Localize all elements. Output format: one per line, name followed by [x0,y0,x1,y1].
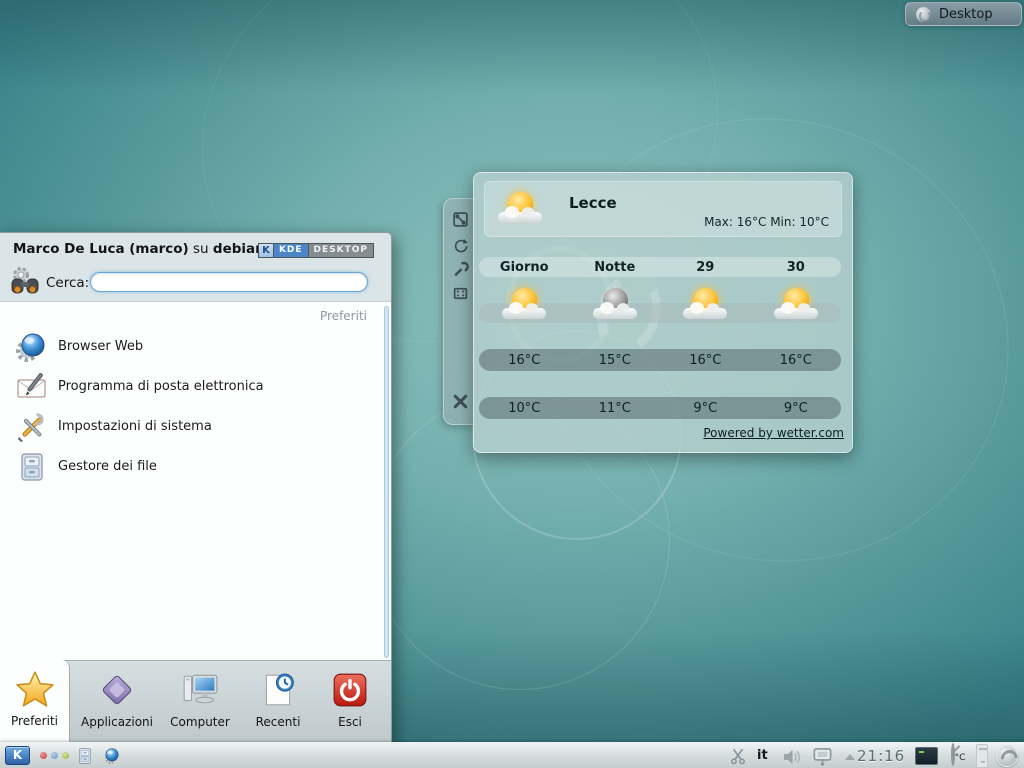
web-browser-icon [16,331,48,363]
temp-unit-label: °C [955,753,966,763]
list-item-label: Gestore dei file [58,459,157,474]
weather-tray-icon[interactable]: °C [947,745,969,768]
settings-grid-icon[interactable] [452,285,469,302]
weather-col-header: 30 [751,258,842,276]
file-manager-launcher-icon[interactable] [76,747,94,765]
sun-cloud-icon [682,288,728,322]
digital-clock[interactable]: 21:16 [857,747,905,765]
weather-header: Lecce Max: 16°C Min: 10°C [484,181,842,237]
favorites-list: Preferiti Browser Web [0,301,391,661]
sun-cloud-icon [773,288,819,322]
recent-document-icon [259,671,297,709]
kickoff-user-line: Marco De Luca (marco) su debian [13,241,265,257]
tab-computer[interactable]: Computer [160,661,240,743]
list-item-label: Impostazioni di sistema [58,419,212,434]
tab-label: Esci [338,715,362,729]
day-temp: 15°C [570,351,661,369]
weather-max-min: Max: 16°C Min: 10°C [704,215,829,229]
list-item-label: Browser Web [58,339,143,354]
weather-credit-link[interactable]: Powered by wetter.com [703,426,844,440]
power-icon [331,671,369,709]
configure-wrench-icon[interactable] [452,261,469,278]
kde-desktop-badge: K KDE DESKTOP [258,243,374,258]
close-icon[interactable] [452,393,469,410]
applications-icon [98,671,136,709]
list-item-file-manager[interactable]: Gestore dei file [0,448,391,488]
tab-esci[interactable]: Esci [314,661,386,743]
volume-icon[interactable] [782,747,802,765]
activity-dots[interactable] [40,752,69,759]
weather-col-header: 29 [660,258,751,276]
file-manager-icon [16,451,48,483]
clipboard-scissors-icon[interactable] [729,747,747,765]
taskbar-panel: K it 21:16 °C [0,742,1024,768]
tab-recenti[interactable]: Recenti [244,661,312,743]
panel-widget-strip[interactable] [976,744,988,768]
kickoff-menu: Marco De Luca (marco) su debian K KDE DE… [0,232,392,742]
panel-cashew-icon[interactable] [996,745,1018,767]
web-browser-launcher-icon[interactable] [103,747,121,765]
mail-client-icon [16,371,48,403]
keyboard-layout-indicator[interactable]: it [757,748,768,763]
user-conj: su [189,241,213,257]
search-binoculars-icon [8,265,42,299]
night-temp: 10°C [479,399,570,417]
sun-cloud-icon [497,192,543,226]
kickoff-tab-bar: Preferiti Applicazioni Computer [0,660,391,742]
list-item-mail-client[interactable]: Programma di posta elettronica [0,368,391,408]
list-item-label: Programma di posta elettronica [58,379,264,394]
tab-label: Applicazioni [81,715,153,729]
tab-label: Computer [170,715,230,729]
scrollbar[interactable] [384,306,389,658]
day-temp: 16°C [660,351,751,369]
not-available-icon [951,743,955,766]
user-name: Marco De Luca (marco) [13,241,189,257]
cashew-icon [916,7,931,22]
day-temp: 16°C [751,351,842,369]
green-dot-icon [62,752,69,759]
tab-preferiti[interactable]: Preferiti [0,660,70,743]
display-network-icon[interactable] [812,747,833,765]
badge-desktop-label: DESKTOP [309,244,373,257]
rotate-icon[interactable] [452,237,469,254]
section-label: Preferiti [320,309,367,323]
app-launcher-button[interactable]: K [5,746,30,765]
red-dot-icon [40,752,47,759]
system-settings-icon [16,411,48,443]
computer-icon [181,671,219,709]
moon-cloud-icon [592,288,638,322]
tab-label: Recenti [256,715,301,729]
search-label: Cerca: [46,275,89,291]
night-temp: 9°C [751,399,842,417]
sun-cloud-icon [501,288,547,322]
desktop-toolbox-label: Desktop [939,7,993,22]
badge-kde-label: KDE [274,244,309,257]
search-input[interactable] [90,272,368,292]
tray-expander-icon[interactable] [845,754,855,760]
applet-handle[interactable] [443,198,476,425]
resize-icon[interactable] [452,211,469,228]
weather-col-header: Giorno [479,258,570,276]
day-temp: 16°C [479,351,570,369]
tab-label: Preferiti [11,714,58,728]
weather-col-header: Notte [570,258,661,276]
night-temp: 11°C [570,399,661,417]
star-icon [16,670,54,708]
list-item-web-browser[interactable]: Browser Web [0,328,391,368]
list-item-system-settings[interactable]: Impostazioni di sistema [0,408,391,448]
terminal-tray-icon[interactable] [915,747,938,765]
night-temp: 9°C [660,399,751,417]
desktop-toolbox[interactable]: Desktop [905,2,1022,26]
weather-widget: Lecce Max: 16°C Min: 10°C Giorno Notte 2… [473,172,853,453]
blue-dot-icon [51,752,58,759]
kde-logo-icon: K [259,244,274,257]
weather-city: Lecce [569,194,617,212]
tab-applicazioni[interactable]: Applicazioni [76,661,158,743]
